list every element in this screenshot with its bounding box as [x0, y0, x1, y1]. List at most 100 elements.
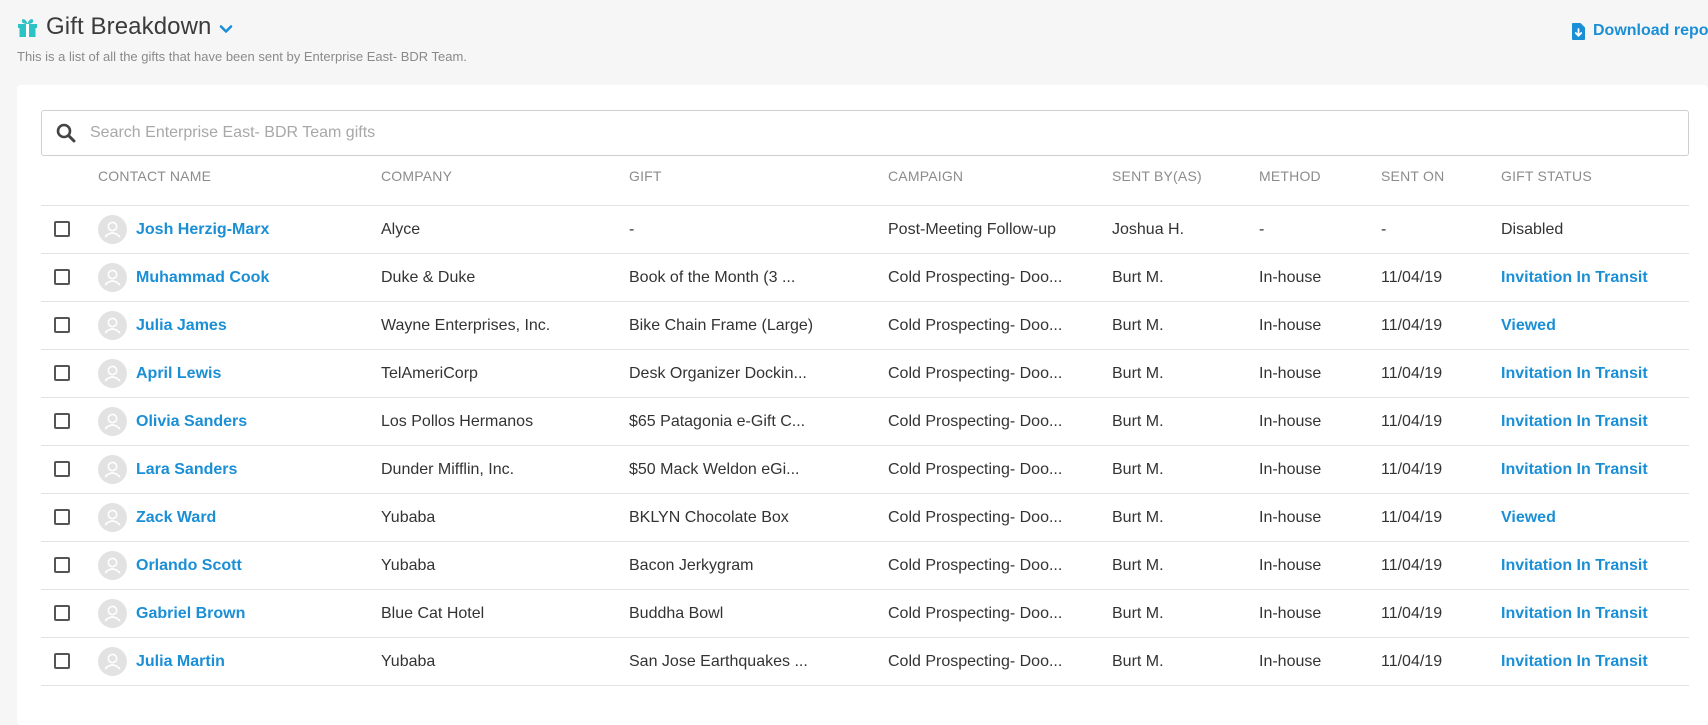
gift-status-link[interactable]: Invitation In Transit: [1501, 254, 1648, 301]
column-header-method[interactable]: Method: [1259, 156, 1321, 206]
company-cell: Wayne Enterprises, Inc.: [381, 317, 551, 334]
campaign-cell: Cold Prospecting- Doo...: [888, 365, 1063, 382]
sent-on-cell: 11/04/19: [1381, 605, 1443, 622]
table-header: Contact Name Company Gift Campaign Sent …: [41, 156, 1689, 206]
table-row[interactable]: Julia Martin Yubaba San Jose Earthquakes .…: [41, 638, 1689, 686]
table-row[interactable]: April Lewis TelAmeriCorp Desk Organizer Do…: [41, 350, 1689, 398]
contact-name-link[interactable]: Julia James: [136, 302, 227, 349]
gift-icon: [17, 17, 38, 38]
row-checkbox[interactable]: [54, 365, 70, 381]
table-row[interactable]: Julia James Wayne Enterprises, Inc. Bike C…: [41, 302, 1689, 350]
contact-name-link[interactable]: Julia Martin: [136, 638, 225, 685]
column-header-gift-status[interactable]: Gift Status: [1501, 156, 1592, 206]
contact-name-link[interactable]: Lara Sanders: [136, 446, 237, 493]
company-cell: Duke & Duke: [381, 269, 476, 286]
contact-name-link[interactable]: Gabriel Brown: [136, 590, 245, 637]
gift-status-link[interactable]: Invitation In Transit: [1501, 446, 1648, 493]
method-cell: In-house: [1259, 605, 1322, 622]
column-header-contact-name[interactable]: Contact Name: [98, 156, 211, 206]
contact-name-link[interactable]: April Lewis: [136, 350, 221, 397]
row-checkbox[interactable]: [54, 269, 70, 285]
campaign-cell: Cold Prospecting- Doo...: [888, 509, 1063, 526]
gift-cell: -: [629, 221, 635, 238]
method-cell: In-house: [1259, 317, 1322, 334]
company-cell: Dunder Mifflin, Inc.: [381, 461, 515, 478]
download-report-button[interactable]: Download repor: [1572, 22, 1708, 40]
method-cell: In-house: [1259, 557, 1322, 574]
table-row[interactable]: Olivia Sanders Los Pollos Hermanos $65 Pat…: [41, 398, 1689, 446]
sent-on-cell: 11/04/19: [1381, 653, 1443, 670]
gift-status-link[interactable]: Invitation In Transit: [1501, 350, 1648, 397]
sent-by-cell: Burt M.: [1112, 269, 1164, 286]
chevron-down-icon[interactable]: [219, 22, 233, 36]
gift-status-link[interactable]: Viewed: [1501, 302, 1556, 349]
table-row[interactable]: Orlando Scott Yubaba Bacon Jerkygram Cold P…: [41, 542, 1689, 590]
gift-cell: $50 Mack Weldon eGi...: [629, 461, 800, 478]
row-checkbox[interactable]: [54, 461, 70, 477]
sent-on-cell: 11/04/19: [1381, 317, 1443, 334]
contact-name-link[interactable]: Josh Herzig-Marx: [136, 206, 269, 253]
title-row: Gift Breakdown: [17, 12, 1708, 42]
table-row[interactable]: Lara Sanders Dunder Mifflin, Inc. $50 Mack…: [41, 446, 1689, 494]
page-subtitle: This is a list of all the gifts that hav…: [17, 49, 467, 64]
sent-by-cell: Burt M.: [1112, 413, 1164, 430]
row-checkbox[interactable]: [54, 317, 70, 333]
page-title: Gift Breakdown: [46, 13, 212, 40]
gift-status-link[interactable]: Viewed: [1501, 494, 1556, 541]
table-row[interactable]: Gabriel Brown Blue Cat Hotel Buddha Bowl Co…: [41, 590, 1689, 638]
contact-name-link[interactable]: Zack Ward: [136, 494, 216, 541]
gift-status-link[interactable]: Invitation In Transit: [1501, 590, 1648, 637]
file-download-icon: [1572, 22, 1585, 40]
sent-by-cell: Burt M.: [1112, 605, 1164, 622]
method-cell: In-house: [1259, 653, 1322, 670]
gift-status-link[interactable]: Invitation In Transit: [1501, 542, 1648, 589]
sent-on-cell: 11/04/19: [1381, 269, 1443, 286]
gift-status-link[interactable]: Invitation In Transit: [1501, 398, 1648, 445]
column-header-sent-on[interactable]: Sent On: [1381, 156, 1444, 206]
sent-by-cell: Burt M.: [1112, 557, 1164, 574]
row-checkbox[interactable]: [54, 413, 70, 429]
search-input[interactable]: [88, 123, 1652, 143]
method-cell: -: [1259, 221, 1265, 238]
column-header-campaign[interactable]: Campaign: [888, 156, 963, 206]
row-checkbox[interactable]: [54, 221, 70, 237]
search-icon: [56, 123, 76, 143]
gift-cell: Bike Chain Frame (Large): [629, 317, 814, 334]
sent-by-cell: Burt M.: [1112, 365, 1164, 382]
sent-on-cell: 11/04/19: [1381, 509, 1443, 526]
contact-name-link[interactable]: Orlando Scott: [136, 542, 242, 589]
gift-cell: BKLYN Chocolate Box: [629, 509, 789, 526]
sent-on-cell: -: [1381, 221, 1387, 238]
user-avatar-icon: [98, 215, 127, 244]
table-row[interactable]: Josh Herzig-Marx Alyce - Post-Meeting Follo…: [41, 206, 1689, 254]
company-cell: Los Pollos Hermanos: [381, 413, 534, 430]
campaign-cell: Cold Prospecting- Doo...: [888, 557, 1063, 574]
campaign-cell: Cold Prospecting- Doo...: [888, 605, 1063, 622]
user-avatar-icon: [98, 503, 127, 532]
column-header-company[interactable]: Company: [381, 156, 452, 206]
gift-cell: Desk Organizer Dockin...: [629, 365, 807, 382]
contact-name-link[interactable]: Muhammad Cook: [136, 254, 269, 301]
sent-on-cell: 11/04/19: [1381, 365, 1443, 382]
method-cell: In-house: [1259, 509, 1322, 526]
gift-cell: Buddha Bowl: [629, 605, 724, 622]
column-header-gift[interactable]: Gift: [629, 156, 662, 206]
row-checkbox[interactable]: [54, 509, 70, 525]
row-checkbox[interactable]: [54, 557, 70, 573]
search-box[interactable]: [41, 110, 1689, 156]
contact-name-link[interactable]: Olivia Sanders: [136, 398, 247, 445]
column-header-sent-by[interactable]: Sent By(As): [1112, 156, 1202, 206]
sent-by-cell: Burt M.: [1112, 461, 1164, 478]
row-checkbox[interactable]: [54, 653, 70, 669]
table-row[interactable]: Muhammad Cook Duke & Duke Book of the Mont…: [41, 254, 1689, 302]
gift-status-link[interactable]: Invitation In Transit: [1501, 638, 1648, 685]
campaign-cell: Cold Prospecting- Doo...: [888, 269, 1063, 286]
table-row[interactable]: Zack Ward Yubaba BKLYN Chocolate Box Cold P…: [41, 494, 1689, 542]
gift-status-text: Disabled: [1501, 221, 1564, 238]
user-avatar-icon: [98, 551, 127, 580]
method-cell: In-house: [1259, 413, 1322, 430]
user-avatar-icon: [98, 311, 127, 340]
user-avatar-icon: [98, 359, 127, 388]
method-cell: In-house: [1259, 269, 1322, 286]
row-checkbox[interactable]: [54, 605, 70, 621]
